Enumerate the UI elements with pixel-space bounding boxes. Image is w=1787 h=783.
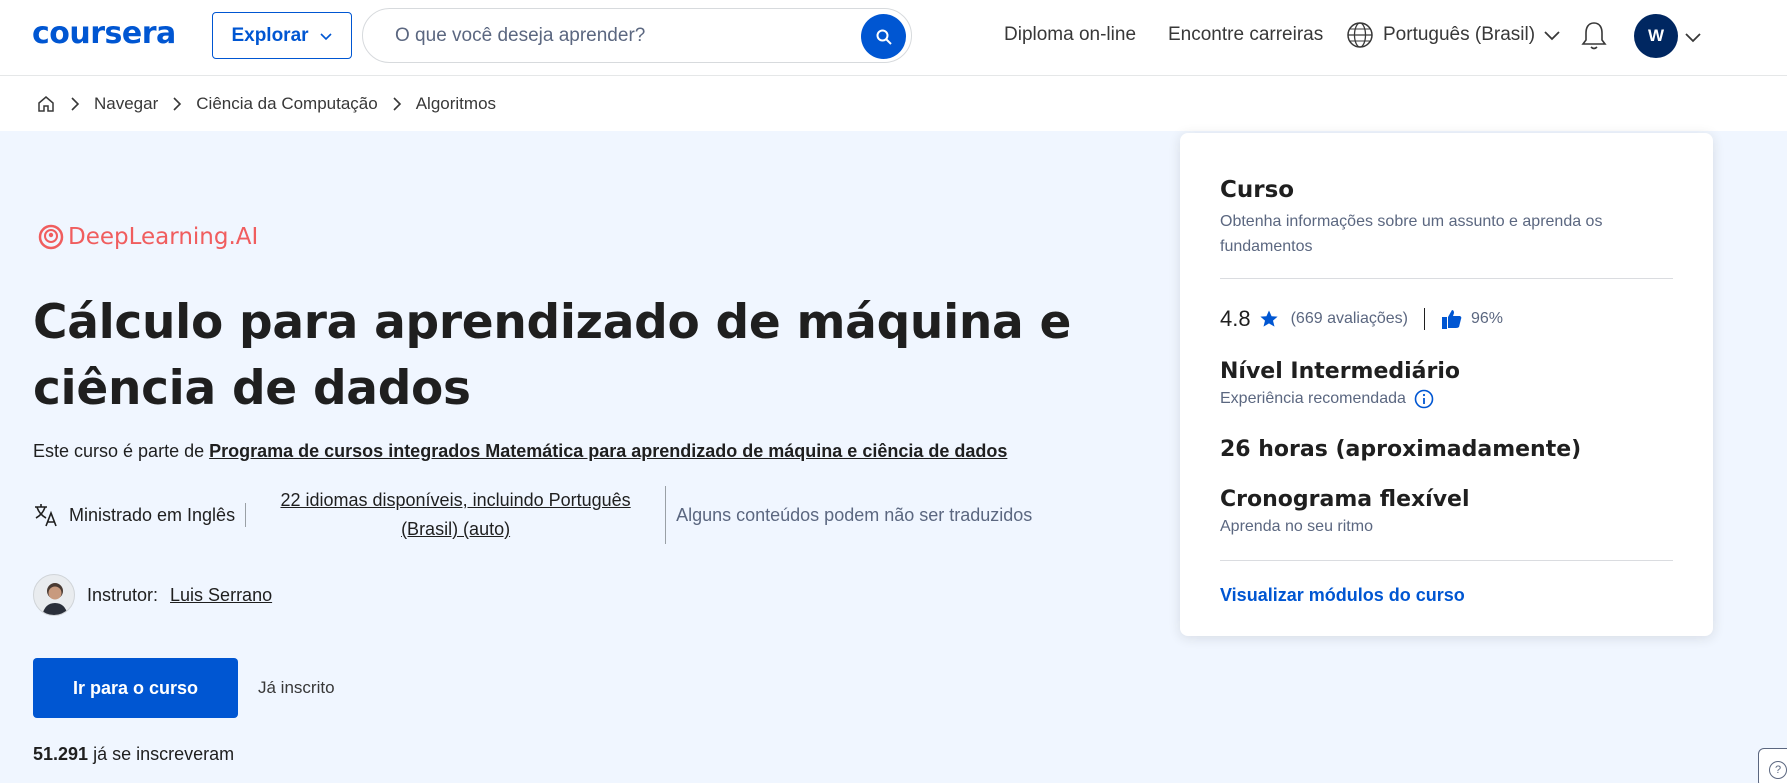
globe-icon (1347, 22, 1373, 48)
help-icon: ? (1769, 761, 1787, 779)
home-icon[interactable] (36, 94, 56, 114)
person-icon (42, 583, 68, 615)
chevron-right-icon (393, 97, 401, 111)
card-divider (1220, 560, 1673, 561)
breadcrumb: Navegar Ciência da Computação Algoritmos (36, 92, 496, 116)
breadcrumb-computer-science[interactable]: Ciência da Computação (196, 94, 377, 114)
rating-row: 4.8 (669 avaliações) 96% (1220, 306, 1503, 332)
rating-separator (1424, 308, 1425, 330)
level-subtitle-text: Experiência recomendada (1220, 390, 1406, 407)
chevron-down-icon[interactable] (1684, 28, 1702, 46)
course-info-card: Curso Obtenha informações sobre um assun… (1180, 133, 1713, 636)
search-bar[interactable]: O que você deseja aprender? (362, 8, 912, 63)
help-button[interactable]: ? (1758, 748, 1787, 783)
review-count[interactable]: (669 avaliações) (1291, 310, 1408, 328)
schedule-subtitle: Aprenda no seu ritmo (1220, 518, 1373, 535)
star-icon (1259, 310, 1278, 327)
user-avatar[interactable]: W (1634, 14, 1678, 58)
language-selector[interactable]: Português (Brasil) (1345, 20, 1561, 50)
breadcrumb-browse[interactable]: Navegar (94, 94, 158, 114)
bell-icon[interactable] (1580, 20, 1608, 52)
program-link[interactable]: Programa de cursos integrados Matemática… (209, 441, 1007, 461)
nav-careers-link[interactable]: Encontre carreiras (1168, 24, 1323, 46)
partner-logo[interactable]: DeepLearning.AI (38, 224, 258, 250)
program-note: Este curso é parte de Programa de cursos… (33, 441, 1007, 462)
schedule-heading: Cronograma flexível (1220, 487, 1470, 512)
chevron-right-icon (71, 97, 80, 111)
level-subtitle: Experiência recomendada (1220, 389, 1434, 409)
taught-in: Ministrado em Inglês (33, 503, 247, 527)
program-prefix: Este curso é parte de (33, 441, 205, 461)
language-info: Ministrado em Inglês 22 idiomas disponív… (33, 486, 1033, 544)
search-button[interactable] (861, 14, 906, 59)
chevron-right-icon (173, 97, 182, 111)
language-label: Português (Brasil) (1383, 24, 1536, 45)
deeplearning-logo-icon (38, 224, 64, 250)
breadcrumb-algorithms[interactable]: Algoritmos (416, 94, 496, 114)
translate-icon (35, 504, 57, 527)
rating-value: 4.8 (1220, 306, 1251, 331)
nav-degrees-link[interactable]: Diploma on-line (1004, 24, 1136, 46)
view-modules-link[interactable]: Visualizar módulos do curso (1220, 585, 1465, 606)
search-input[interactable]: O que você deseja aprender? (395, 25, 645, 47)
chevron-down-icon (319, 32, 332, 40)
instructor-label: Instrutor: (87, 584, 159, 605)
info-icon[interactable] (1414, 389, 1434, 409)
search-icon (876, 29, 892, 45)
translation-note: Alguns conteúdos podem não ser traduzido… (676, 504, 1033, 525)
partner-name: DeepLearning.AI (68, 224, 259, 250)
explore-button[interactable]: Explorar (212, 12, 352, 59)
course-title: Cálculo para aprendizado de máquina e ci… (33, 295, 1072, 416)
instructor-avatar[interactable] (33, 574, 75, 616)
taught-in-label: Ministrado em Inglês (69, 504, 236, 525)
card-divider (1220, 278, 1673, 279)
card-type-desc: Obtenha informações sobre um assunto e a… (1220, 213, 1603, 255)
coursera-logo[interactable]: coursera (32, 16, 176, 51)
like-percentage: 96% (1471, 310, 1504, 327)
card-type: Curso (1220, 177, 1295, 203)
enrollment-suffix: já se inscreveram (93, 744, 235, 764)
top-header: coursera Explorar O que você deseja apre… (0, 0, 1787, 76)
level-heading: Nível Intermediário (1220, 359, 1461, 384)
enrollment-count: 51.291 já se inscreveram (33, 744, 234, 765)
instructor-link[interactable]: Luis Serrano (170, 585, 272, 606)
thumbs-up-icon (1442, 310, 1462, 329)
instructor-row: Instrutor: Luis Serrano (33, 574, 272, 616)
enrollment-number: 51.291 (33, 744, 89, 764)
chevron-down-icon (1544, 31, 1560, 41)
already-enrolled-label: Já inscrito (258, 678, 335, 697)
go-to-course-button[interactable]: Ir para o curso (33, 658, 238, 718)
duration-heading: 26 horas (aproximadamente) (1220, 437, 1582, 462)
available-languages-link[interactable]: 22 idiomas disponíveis, incluindo Portug… (246, 486, 667, 544)
explore-label: Explorar (231, 24, 309, 46)
